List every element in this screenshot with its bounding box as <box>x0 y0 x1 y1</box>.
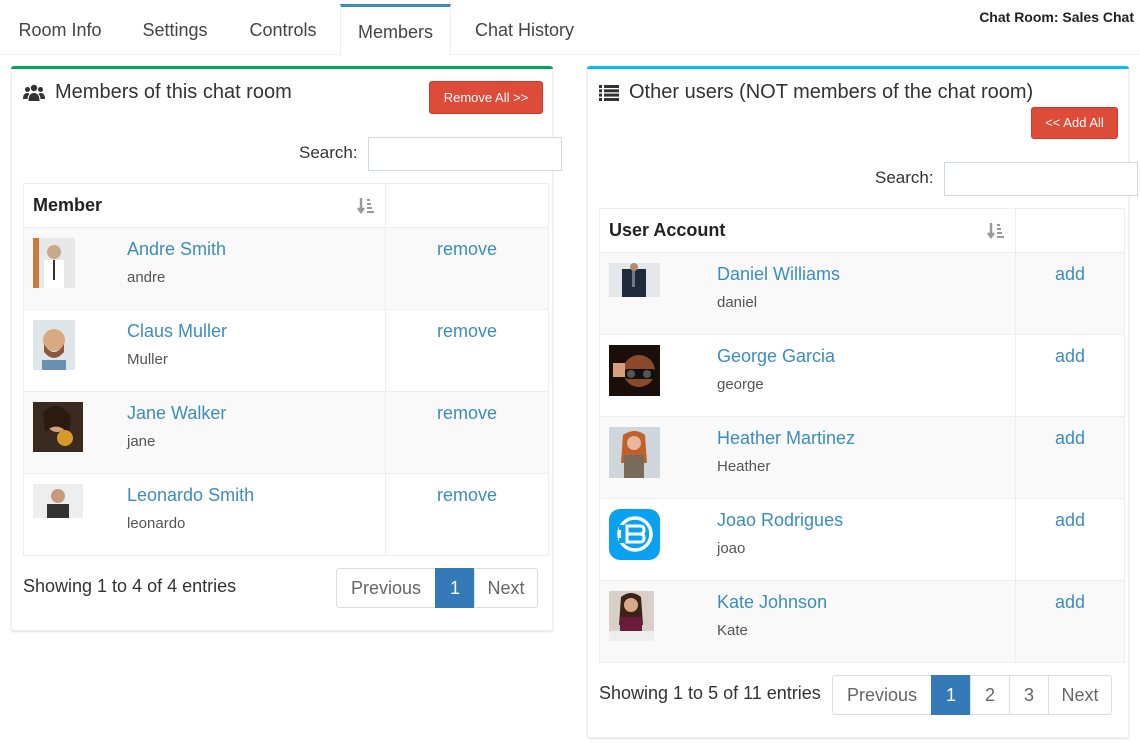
user-username: daniel <box>717 294 758 311</box>
tab-controls[interactable]: Controls <box>230 4 336 55</box>
tab-members[interactable]: Members <box>340 4 451 56</box>
members-entries-info: Showing 1 to 4 of 4 entries <box>23 576 237 596</box>
user-username: Heather <box>717 458 771 475</box>
member-username: jane <box>127 433 156 450</box>
members-table: Member Andre Smith andre remove Claus Mull… <box>23 183 549 556</box>
users-icon <box>23 84 45 101</box>
members-panel-title: Members of this chat room <box>23 81 292 104</box>
avatar <box>609 427 660 478</box>
member-name-link[interactable]: Leonardo Smith <box>127 485 254 506</box>
avatar <box>33 320 75 370</box>
table-row: Andre Smith andre remove <box>23 227 549 310</box>
add-link[interactable]: add <box>1016 592 1124 613</box>
others-entries-info: Showing 1 to 5 of 11 entries <box>599 683 821 703</box>
tab-chat-history[interactable]: Chat History <box>457 4 592 55</box>
add-link[interactable]: add <box>1016 264 1124 285</box>
table-row: Joao Rodrigues joao add <box>599 498 1125 581</box>
page-1-button[interactable]: 1 <box>931 675 971 715</box>
table-row: Heather Martinez Heather add <box>599 416 1125 499</box>
table-row: Jane Walker jane remove <box>23 391 549 474</box>
add-link[interactable]: add <box>1016 346 1124 367</box>
list-icon <box>599 84 619 101</box>
page-3-button[interactable]: 3 <box>1009 675 1049 715</box>
page-1-button[interactable]: 1 <box>435 568 475 608</box>
other-users-title-text: Other users (NOT members of the chat roo… <box>629 81 1034 103</box>
avatar <box>33 238 75 288</box>
user-username: george <box>717 376 764 393</box>
table-row: George Garcia george add <box>599 334 1125 417</box>
chat-room-title: Chat Room: Sales Chat <box>979 9 1134 25</box>
member-username: andre <box>127 269 166 286</box>
remove-link[interactable]: remove <box>386 485 548 506</box>
add-link[interactable]: add <box>1016 428 1124 449</box>
user-name-link[interactable]: Joao Rodrigues <box>717 510 843 531</box>
previous-page-button[interactable]: Previous <box>336 568 436 608</box>
user-name-link[interactable]: Heather Martinez <box>717 428 855 449</box>
table-row: Claus Muller Muller remove <box>23 309 549 392</box>
member-name-link[interactable]: Andre Smith <box>127 239 226 260</box>
user-name-link[interactable]: Daniel Williams <box>717 264 840 285</box>
others-search-label: Search: <box>875 168 934 187</box>
user-name-link[interactable]: Kate Johnson <box>717 592 827 613</box>
avatar <box>609 509 660 560</box>
member-username: Muller <box>127 351 168 368</box>
previous-page-button[interactable]: Previous <box>832 675 932 715</box>
sort-icon[interactable] <box>357 197 375 215</box>
avatar <box>33 484 83 518</box>
other-users-table: User Account Daniel Williams daniel add Ge… <box>599 208 1125 663</box>
panel-accent-bar <box>587 66 1129 69</box>
column-header-label: User Account <box>609 220 726 240</box>
user-name-link[interactable]: George Garcia <box>717 346 835 367</box>
other-users-panel-title: Other users (NOT members of the chat roo… <box>599 81 1033 104</box>
members-search-label: Search: <box>299 143 358 162</box>
table-row: Daniel Williams daniel add <box>599 252 1125 335</box>
add-link[interactable]: add <box>1016 510 1124 531</box>
tab-room-info[interactable]: Room Info <box>0 4 120 55</box>
other-users-panel: Other users (NOT members of the chat roo… <box>587 66 1138 738</box>
remove-link[interactable]: remove <box>386 239 548 260</box>
user-username: joao <box>717 540 746 557</box>
action-column-header <box>385 183 549 228</box>
members-search-input[interactable] <box>368 137 562 171</box>
page-2-button[interactable]: 2 <box>970 675 1010 715</box>
table-row: Kate Johnson Kate add <box>599 580 1125 663</box>
avatar <box>609 263 660 297</box>
avatar <box>609 591 654 641</box>
user-account-column-header[interactable]: User Account <box>599 208 1016 253</box>
avatar <box>609 345 660 396</box>
member-name-link[interactable]: Jane Walker <box>127 403 226 424</box>
member-name-link[interactable]: Claus Muller <box>127 321 227 342</box>
next-page-button[interactable]: Next <box>1048 675 1112 715</box>
avatar <box>33 402 83 452</box>
member-column-header[interactable]: Member <box>23 183 386 228</box>
sort-icon[interactable] <box>987 222 1005 240</box>
table-row: Leonardo Smith leonardo remove <box>23 473 549 556</box>
next-page-button[interactable]: Next <box>474 568 538 608</box>
remove-link[interactable]: remove <box>386 403 548 424</box>
members-pagination: Previous 1 Next <box>336 568 538 608</box>
action-column-header <box>1015 208 1125 253</box>
user-username: Kate <box>717 622 748 639</box>
column-header-label: Member <box>33 195 103 215</box>
others-search-input[interactable] <box>944 162 1138 196</box>
add-all-button[interactable]: << Add All <box>1031 107 1118 139</box>
tab-bar: Room Info Settings Controls Members Chat… <box>0 0 1140 56</box>
tab-settings[interactable]: Settings <box>122 4 228 55</box>
members-title-text: Members of this chat room <box>55 81 292 103</box>
remove-all-button[interactable]: Remove All >> <box>429 81 543 114</box>
others-pagination: Previous 1 2 3 Next <box>832 675 1112 715</box>
panel-accent-bar <box>11 66 553 69</box>
members-panel: Members of this chat room Remove All >> … <box>11 66 562 631</box>
member-username: leonardo <box>127 515 186 532</box>
remove-link[interactable]: remove <box>386 321 548 342</box>
